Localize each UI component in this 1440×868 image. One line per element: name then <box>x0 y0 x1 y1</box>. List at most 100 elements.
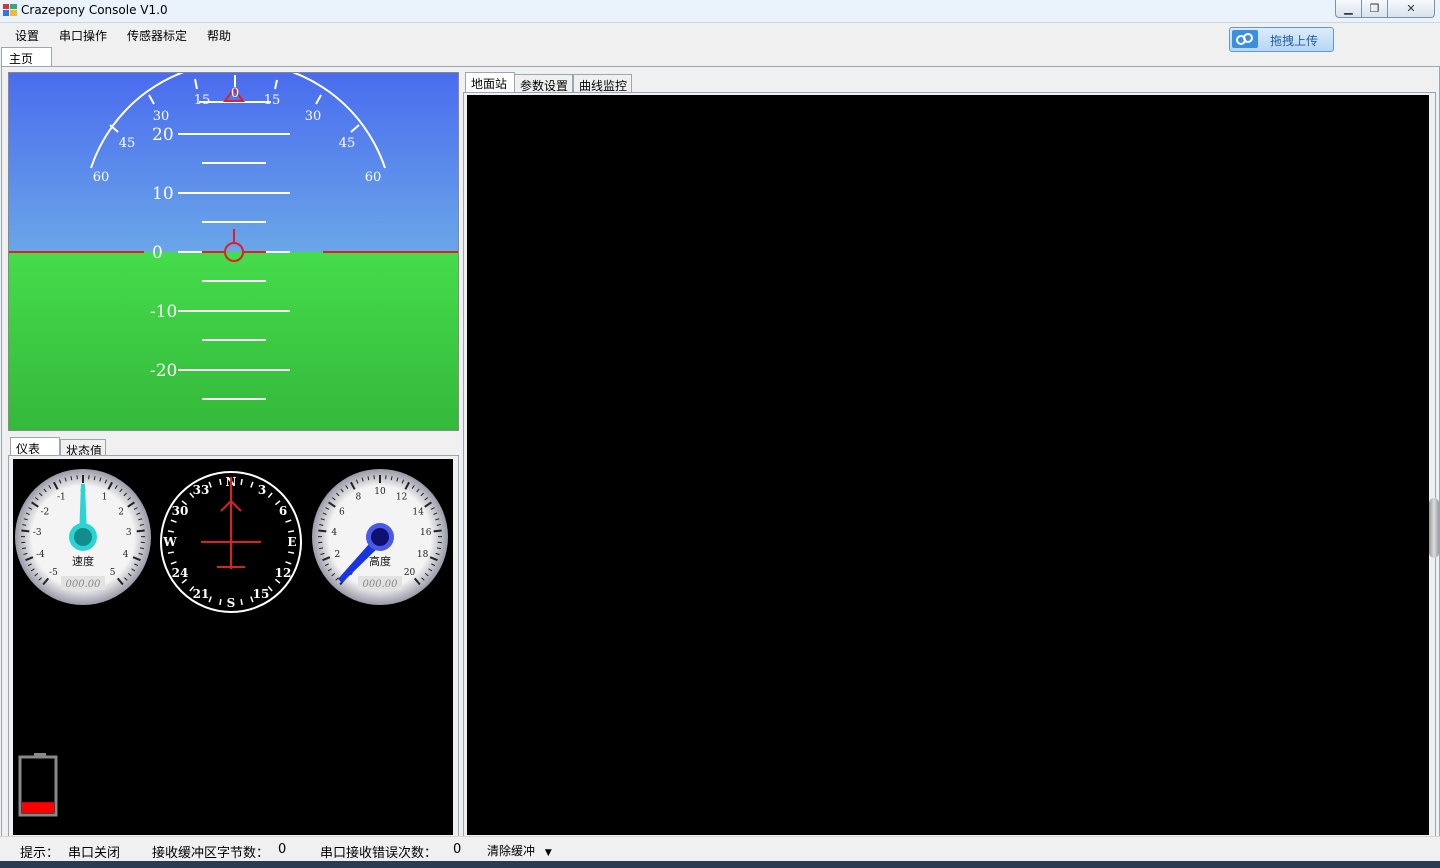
altitude-tick <box>318 529 327 533</box>
title-bar: Crazepony Console V1.0 ▁ ❐ ✕ <box>0 0 1440 23</box>
compass-tick <box>219 598 222 606</box>
menu-help[interactable]: 帮助 <box>207 27 231 44</box>
upload-label: 拖拽上传 <box>1270 34 1319 48</box>
compass-tick <box>167 551 175 554</box>
drag-upload-button[interactable]: 拖拽上传 <box>1229 27 1334 52</box>
speed-tick-label: -3 <box>33 528 42 538</box>
clear-buffer-dropdown[interactable]: 清除缓冲 ▼ <box>487 842 552 859</box>
altitude-gauge: 02468101214161820 高度 000.00 <box>312 469 448 605</box>
maximize-button[interactable]: ❐ <box>1361 0 1388 18</box>
roll-label-left-60: 60 <box>93 170 110 185</box>
altitude-tick-label: 10 <box>374 487 386 497</box>
compass-w: W <box>162 535 177 549</box>
instruments-canvas: -5-4-3-2-1012345 速度 000.00 N E S W 3 6 1… <box>13 459 453 835</box>
compass-s: S <box>227 596 236 610</box>
pitch-label-neg20: -20 <box>150 361 177 381</box>
compass-tick <box>240 478 243 486</box>
altitude-tick-label: 18 <box>417 550 429 560</box>
chevron-down-icon: ▼ <box>544 848 552 858</box>
window-title: Crazepony Console V1.0 <box>21 3 168 17</box>
roll-label-left-45: 45 <box>119 136 136 151</box>
speed-tick-label: -1 <box>57 492 66 502</box>
speed-tick-label: 3 <box>126 528 132 538</box>
altitude-label: 高度 <box>369 554 391 568</box>
speed-label: 速度 <box>72 554 94 568</box>
roll-label-right-15: 15 <box>264 93 281 108</box>
tab-home-label: 主页 <box>9 52 34 66</box>
menu-bar: 设置 串口操作 传感器标定 帮助 <box>0 23 1440 45</box>
roll-label-left-15: 15 <box>194 93 211 108</box>
compass-24: 24 <box>172 566 189 580</box>
attitude-indicator: 0 15 30 45 60 15 30 45 60 20 10 0 -10 -2… <box>8 72 459 431</box>
minimize-button[interactable]: ▁ <box>1335 0 1362 18</box>
compass-3: 3 <box>258 483 266 497</box>
roll-label-0: 0 <box>231 86 239 101</box>
compass-tick <box>219 478 222 486</box>
side-scroll-handle[interactable] <box>1429 498 1439 558</box>
speed-tick-label: 1 <box>102 492 108 502</box>
tab-ground-station[interactable]: 地面站 <box>465 72 515 93</box>
pitch-label-10: 10 <box>152 184 174 204</box>
compass-21: 21 <box>193 587 210 601</box>
status-bar: 提示： 串口关闭 接收缓冲区字节数： 0 串口接收错误次数： 0 清除缓冲 ▼ <box>0 836 1440 862</box>
compass-tick <box>167 530 175 533</box>
speed-tick-label: 5 <box>110 568 116 578</box>
pitch-label-0: 0 <box>152 243 163 263</box>
minimize-icon: ▁ <box>1344 2 1353 15</box>
altitude-tick-label: 4 <box>331 528 337 538</box>
speed-tick-label: -5 <box>49 568 58 578</box>
cloud-icon <box>1232 30 1258 48</box>
app-icon <box>3 4 17 16</box>
roll-label-right-60: 60 <box>365 170 382 185</box>
speed-gauge: -5-4-3-2-1012345 速度 000.00 <box>15 469 151 605</box>
compass-33: 33 <box>193 483 210 497</box>
roll-label-left-30: 30 <box>153 109 170 124</box>
speed-tick <box>21 529 30 533</box>
status-buffer-label: 接收缓冲区字节数： <box>152 846 270 861</box>
compass-tick <box>240 598 243 606</box>
compass-15: 15 <box>253 587 270 601</box>
altitude-tick-label: 6 <box>339 507 345 517</box>
compass-e: E <box>287 535 296 549</box>
altitude-tick-label: 2 <box>334 550 340 560</box>
compass-tick <box>287 530 295 533</box>
status-error-label: 串口接收错误次数： <box>320 846 438 861</box>
altitude-tick-label: 16 <box>420 528 432 538</box>
compass: N E S W 3 6 12 15 21 24 30 33 <box>160 471 302 613</box>
battery-indicator <box>18 753 58 817</box>
clear-buffer-label: 清除缓冲 <box>487 844 536 858</box>
altitude-tick-label: 12 <box>396 492 407 502</box>
status-error-value: 0 <box>453 842 462 857</box>
menu-serial[interactable]: 串口操作 <box>59 27 107 44</box>
menu-sensor-calibration[interactable]: 传感器标定 <box>127 27 187 44</box>
tab-home[interactable]: 主页 <box>1 47 52 68</box>
battery-level <box>22 802 54 813</box>
roll-label-right-30: 30 <box>305 109 322 124</box>
compass-12: 12 <box>275 566 292 580</box>
speed-readout: 000.00 <box>66 579 102 590</box>
status-hint-value: 串口关闭 <box>68 846 121 861</box>
speed-tick-label: -4 <box>36 550 45 560</box>
tab-ground-station-label: 地面站 <box>471 77 508 91</box>
compass-30: 30 <box>172 504 189 518</box>
speed-tick-label: 4 <box>123 550 129 560</box>
status-hint-label: 提示： <box>20 846 60 861</box>
compass-6: 6 <box>279 504 287 518</box>
altitude-tick-label: 20 <box>404 568 416 578</box>
tab-curve-monitor[interactable]: 曲线监控 <box>573 74 632 93</box>
compass-tick <box>287 551 295 554</box>
altitude-tick-label: 8 <box>356 492 362 502</box>
speed-tick-label: 2 <box>118 507 124 517</box>
status-buffer-value: 0 <box>278 842 287 857</box>
altitude-readout: 000.00 <box>363 579 399 590</box>
restore-icon: ❐ <box>1369 2 1380 15</box>
speed-tick <box>136 529 145 533</box>
close-button[interactable]: ✕ <box>1387 0 1435 18</box>
tab-parameters[interactable]: 参数设置 <box>514 74 573 93</box>
menu-settings[interactable]: 设置 <box>15 27 39 44</box>
os-taskbar <box>0 861 1440 868</box>
pitch-label-neg10: -10 <box>150 302 177 322</box>
altitude-tick <box>433 529 442 533</box>
altitude-tick-label: 14 <box>412 507 424 517</box>
speed-tick-label: -2 <box>40 507 49 517</box>
